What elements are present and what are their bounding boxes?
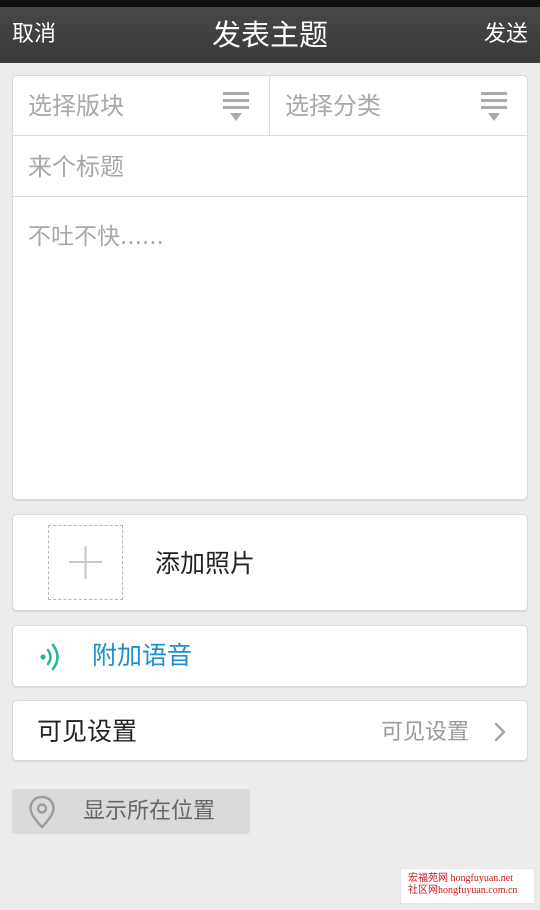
watermark-line-2: 社区网hongfuyuan.com.cn [408,885,518,896]
select-row: 选择版块 选择分类 [13,76,527,136]
show-location-button[interactable]: 显示所在位置 [12,789,250,834]
plus-icon [69,546,102,579]
board-select-label: 选择版块 [28,92,124,120]
category-select-label: 选择分类 [285,92,381,120]
add-photo-label: 添加照片 [155,549,256,578]
visibility-settings-row[interactable]: 可见设置 可见设置 [12,700,528,761]
location-pin-icon [29,795,55,829]
chevron-right-icon [494,722,506,742]
show-location-label: 显示所在位置 [83,799,216,824]
top-bar: 取消 发表主题 发送 [0,7,540,63]
watermark-line-1: 宏福苑网 hongfuyuan.net [408,873,513,884]
title-input[interactable] [13,137,527,197]
visibility-label: 可见设置 [37,717,138,746]
site-watermark: 宏福苑网 hongfuyuan.net 社区网hongfuyuan.com.cn [400,868,535,904]
content-textarea[interactable] [13,198,527,498]
sound-wave-icon [40,643,59,671]
status-bar [0,0,540,7]
attach-voice-button[interactable]: 附加语音 [12,625,528,687]
attach-voice-label: 附加语音 [92,641,193,670]
post-form: 选择版块 选择分类 [12,75,528,500]
dropdown-menu-icon [223,92,249,121]
dropdown-menu-icon [481,92,507,121]
add-photo-button[interactable]: 添加照片 [12,514,528,611]
send-button[interactable]: 发送 [484,21,528,49]
visibility-value: 可见设置 [380,720,469,745]
add-photo-box[interactable] [48,525,123,600]
board-select[interactable]: 选择版块 [13,76,270,136]
category-select[interactable]: 选择分类 [270,76,527,136]
page-title: 发表主题 [211,18,328,52]
